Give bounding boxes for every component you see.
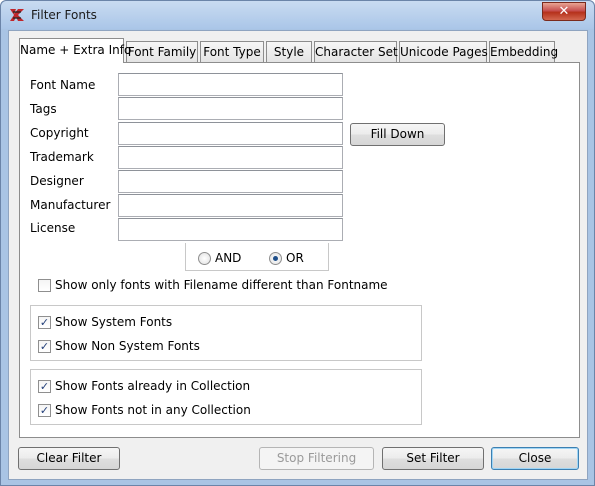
close-button[interactable]: Close	[491, 447, 579, 470]
close-icon: ✕	[558, 4, 570, 19]
show-non-system-fonts-label: Show Non System Fonts	[55, 339, 200, 353]
trademark-input[interactable]	[118, 146, 343, 169]
window-close-button[interactable]: ✕	[542, 2, 586, 21]
font-app-icon	[10, 9, 24, 21]
set-filter-button[interactable]: Set Filter	[382, 447, 484, 470]
tab-label: Font Family	[127, 45, 197, 59]
tab-font-family[interactable]: Font Family	[126, 41, 198, 62]
title-bar[interactable]: Filter Fonts ✕	[1, 1, 594, 29]
collection-group: ✓ Show Fonts already in Collection ✓ Sho…	[30, 369, 422, 425]
or-radio[interactable]	[269, 252, 282, 265]
tab-label: Font Type	[203, 45, 261, 59]
filename-different-checkbox[interactable]	[38, 279, 51, 292]
copyright-input[interactable]	[118, 122, 343, 145]
manufacturer-label: Manufacturer	[30, 198, 111, 212]
tab-label: Character Set	[315, 45, 398, 59]
clear-filter-button[interactable]: Clear Filter	[18, 447, 120, 470]
copyright-label: Copyright	[30, 126, 89, 140]
filter-fonts-window: Filter Fonts ✕ Name + Extra Info Font Fa…	[0, 0, 595, 486]
show-system-fonts-label: Show System Fonts	[55, 315, 173, 329]
tab-character-set[interactable]: Character Set	[314, 41, 398, 62]
and-radio[interactable]	[198, 252, 211, 265]
filename-different-label: Show only fonts with Filename different …	[55, 278, 388, 292]
window-title: Filter Fonts	[31, 8, 97, 22]
tab-panel-name-extra-info: Font Name Tags Copyright Trademark Desig…	[19, 62, 580, 438]
designer-input[interactable]	[118, 170, 343, 193]
show-non-system-fonts-checkbox[interactable]: ✓	[38, 340, 51, 353]
tab-unicode-pages[interactable]: Unicode Pages	[399, 41, 488, 62]
show-fonts-not-in-collection-label: Show Fonts not in any Collection	[55, 403, 251, 417]
license-input[interactable]	[118, 218, 343, 241]
stop-filtering-button[interactable]: Stop Filtering	[259, 447, 374, 470]
tags-label: Tags	[30, 102, 57, 116]
tab-name-extra-info[interactable]: Name + Extra Info	[19, 38, 131, 63]
tab-label: Unicode Pages	[400, 45, 488, 59]
fill-down-button[interactable]: Fill Down	[350, 123, 445, 146]
tab-font-type[interactable]: Font Type	[200, 41, 264, 62]
tags-input[interactable]	[118, 97, 343, 120]
show-system-fonts-checkbox[interactable]: ✓	[38, 316, 51, 329]
show-fonts-in-collection-label: Show Fonts already in Collection	[55, 379, 251, 393]
tab-style[interactable]: Style	[266, 41, 312, 62]
font-name-label: Font Name	[30, 78, 96, 92]
manufacturer-input[interactable]	[118, 194, 343, 217]
tab-label: Style	[273, 45, 305, 59]
and-label: AND	[215, 251, 242, 265]
font-name-input[interactable]	[118, 73, 343, 96]
show-fonts-not-in-collection-checkbox[interactable]: ✓	[38, 404, 51, 417]
trademark-label: Trademark	[30, 150, 94, 164]
license-label: License	[30, 221, 76, 235]
tab-embedding[interactable]: Embedding	[489, 41, 559, 62]
show-fonts-in-collection-checkbox[interactable]: ✓	[38, 380, 51, 393]
tab-label: Embedding	[490, 45, 559, 59]
tab-label: Name + Extra Info	[20, 43, 132, 57]
system-fonts-group: ✓ Show System Fonts ✓ Show Non System Fo…	[30, 305, 422, 361]
dialog-body: Name + Extra Info Font Family Font Type …	[8, 30, 588, 480]
logic-group: AND OR	[185, 243, 329, 271]
or-label: OR	[286, 251, 304, 265]
designer-label: Designer	[30, 174, 84, 188]
